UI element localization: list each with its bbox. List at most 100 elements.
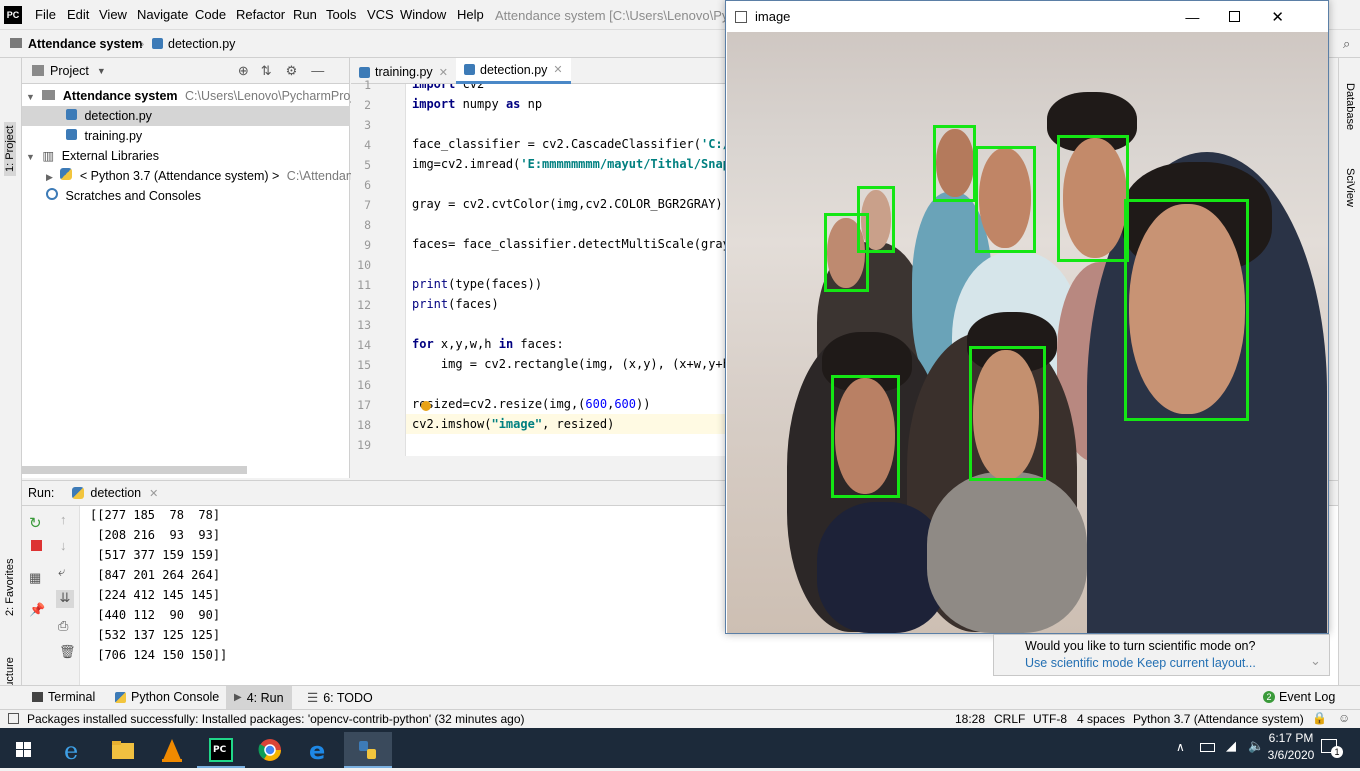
interpreter[interactable]: Python 3.7 (Attendance system) xyxy=(1133,712,1304,726)
python-file-icon xyxy=(66,109,77,120)
soft-wrap-icon[interactable]: ⤶ xyxy=(58,564,65,580)
console-line: [706 124 150 150]] xyxy=(90,648,228,662)
lightbulb-icon[interactable] xyxy=(421,401,431,411)
tree-item-label: External Libraries xyxy=(61,149,159,163)
run-tab[interactable]: ▶ 4: Run xyxy=(226,686,292,709)
status-message[interactable]: Packages installed successfully: Install… xyxy=(27,712,525,726)
search-icon[interactable]: ⌕ xyxy=(1343,36,1350,52)
chrome-icon[interactable] xyxy=(246,732,294,768)
trash-icon[interactable]: 🗑 xyxy=(59,644,76,660)
todo-tab[interactable]: ☰ 6: TODO xyxy=(307,690,373,706)
run-config-tab[interactable]: detection xyxy=(90,486,141,500)
image-window-titlebar[interactable]: image — ✕ xyxy=(726,1,1328,32)
horizontal-scrollbar[interactable] xyxy=(22,466,247,474)
tree-root-path: C:\Users\Lenovo\PycharmProject xyxy=(185,89,370,103)
caret-position[interactable]: 18:28 xyxy=(955,712,985,726)
tree-item-detection[interactable]: detection.py xyxy=(22,106,350,126)
console-line: [440 112 90 90] xyxy=(90,608,221,622)
start-button[interactable] xyxy=(0,732,48,768)
favorites-tool-tab[interactable]: 2: Favorites xyxy=(4,559,16,616)
keep-layout-link[interactable]: Keep current layout... xyxy=(1137,656,1256,670)
python-icon xyxy=(72,487,85,499)
close-window-icon[interactable]: ✕ xyxy=(1271,8,1284,26)
use-scientific-mode-link[interactable]: Use scientific mode xyxy=(1025,656,1133,670)
windows-logo-icon xyxy=(16,742,31,757)
clock-time[interactable]: 6:17 PM xyxy=(1266,731,1316,745)
menu-tools[interactable]: Tools xyxy=(326,7,356,22)
tree-scratches[interactable]: Scratches and Consoles xyxy=(46,186,201,206)
stop-icon[interactable] xyxy=(31,540,42,551)
python-taskbar-icon[interactable] xyxy=(344,732,392,768)
menu-run[interactable]: Run xyxy=(293,7,317,22)
breadcrumb-project[interactable]: Attendance system xyxy=(28,37,143,51)
breadcrumb-file[interactable]: detection.py xyxy=(168,37,235,51)
terminal-tab[interactable]: Terminal xyxy=(32,690,95,704)
line-number: 9 xyxy=(364,238,371,252)
tree-root[interactable]: ▼ Attendance system C:\Users\Lenovo\Pych… xyxy=(26,86,370,106)
wifi-icon[interactable]: ◢ xyxy=(1226,738,1236,754)
menu-window[interactable]: Window xyxy=(400,7,446,22)
tree-item-training[interactable]: training.py xyxy=(66,126,142,146)
close-icon[interactable]: ✕ xyxy=(439,66,448,79)
code-line: for x,y,w,h in faces: xyxy=(412,337,564,351)
database-tool-tab[interactable]: Database xyxy=(1344,83,1356,130)
expand-icon: ▼ xyxy=(26,92,35,102)
sciview-tool-tab[interactable]: SciView xyxy=(1344,168,1356,207)
code-editor[interactable]: import cv2 import numpy as np face_class… xyxy=(406,84,726,456)
pin-icon[interactable]: 📌 xyxy=(29,602,45,618)
arrow-up-icon[interactable]: ↑ xyxy=(60,512,67,527)
pycharm-taskbar-icon[interactable]: PC xyxy=(197,732,245,768)
volume-icon[interactable]: 🔈 xyxy=(1248,738,1264,754)
code-line: import numpy as np xyxy=(412,97,543,111)
line-number: 18 xyxy=(357,418,371,432)
edge-icon[interactable]: e xyxy=(295,732,343,768)
maximize-window-icon[interactable] xyxy=(1229,11,1241,22)
tree-python-sdk[interactable]: ▶ < Python 3.7 (Attendance system) > C:\… xyxy=(46,166,359,186)
tab-label: training.py xyxy=(375,65,433,79)
menu-file[interactable]: File xyxy=(35,7,56,22)
chevron-up-icon[interactable]: ∧ xyxy=(1176,740,1185,754)
layout-icon[interactable]: ▦ xyxy=(29,570,41,586)
lock-icon[interactable]: 🔒 xyxy=(1312,711,1327,725)
close-icon[interactable]: ✕ xyxy=(553,63,562,76)
locate-icon[interactable]: ⊕ xyxy=(238,63,249,79)
chevron-down-icon[interactable]: ⌄ xyxy=(1310,653,1321,669)
clock-date[interactable]: 3/6/2020 xyxy=(1266,748,1316,762)
close-icon[interactable]: ✕ xyxy=(149,487,158,500)
tree-external-libraries[interactable]: ▼ ▥ External Libraries xyxy=(26,146,159,166)
file-encoding[interactable]: UTF-8 xyxy=(1033,712,1067,726)
event-log-tab[interactable]: 2 Event Log xyxy=(1263,690,1335,704)
menu-vcs[interactable]: VCS xyxy=(367,7,394,22)
collapse-icon[interactable]: ⇅ xyxy=(261,63,272,79)
minimize-window-icon[interactable]: — xyxy=(1185,9,1199,25)
python-console-tab[interactable]: Python Console xyxy=(115,690,219,704)
line-separator[interactable]: CRLF xyxy=(994,712,1025,726)
indent-setting[interactable]: 4 spaces xyxy=(1077,712,1125,726)
scroll-to-end-icon[interactable]: ⇊ xyxy=(56,590,74,608)
menu-refactor[interactable]: Refactor xyxy=(236,7,285,22)
minimize-icon[interactable]: — xyxy=(311,63,324,78)
battery-icon[interactable] xyxy=(1200,743,1215,752)
menu-edit[interactable]: Edit xyxy=(67,7,89,22)
tab-training[interactable]: training.py ✕ xyxy=(359,62,448,82)
ie-icon[interactable]: e xyxy=(50,732,98,768)
file-explorer-icon[interactable] xyxy=(99,732,147,768)
arrow-down-icon[interactable]: ↓ xyxy=(60,538,67,553)
project-panel-title[interactable]: Project xyxy=(50,64,89,78)
run-label: Run: xyxy=(28,486,55,500)
face-detection-box xyxy=(933,125,976,202)
menu-help[interactable]: Help xyxy=(457,7,484,22)
menu-navigate[interactable]: Navigate xyxy=(137,7,188,22)
gear-icon[interactable]: ⚙ xyxy=(286,63,298,79)
code-line: print(type(faces)) xyxy=(412,277,543,291)
print-icon[interactable]: ⎙ xyxy=(58,618,68,634)
tab-detection[interactable]: detection.py ✕ xyxy=(456,58,571,84)
menu-code[interactable]: Code xyxy=(195,7,226,22)
project-tool-tab[interactable]: 1: Project xyxy=(4,121,16,176)
menu-view[interactable]: View xyxy=(99,7,127,22)
chevron-down-icon[interactable]: ▼ xyxy=(97,66,106,76)
status-toggle-icon[interactable] xyxy=(8,713,19,724)
user-icon[interactable]: ☺ xyxy=(1338,711,1350,725)
vlc-icon[interactable] xyxy=(148,732,196,768)
rerun-icon[interactable]: ↻ xyxy=(29,514,42,532)
